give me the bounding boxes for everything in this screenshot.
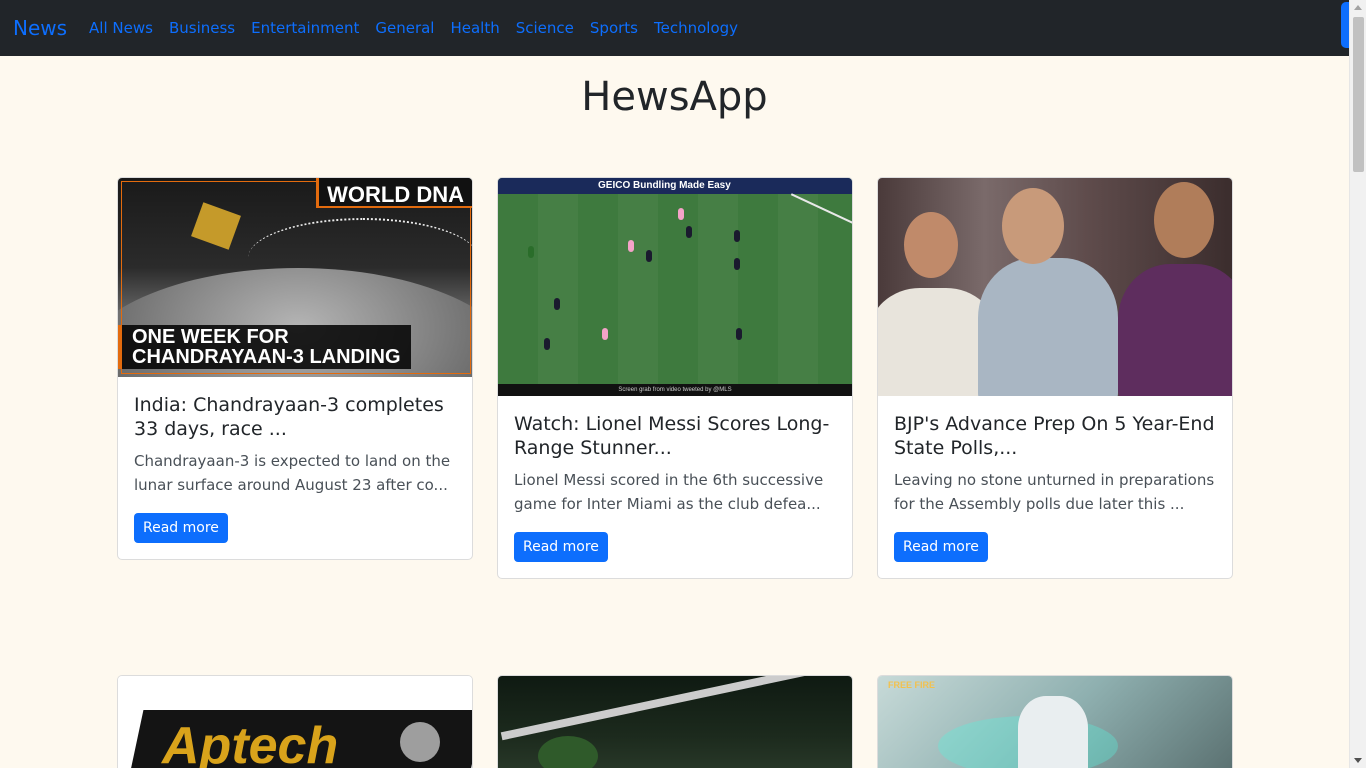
image-credit: Screen grab from video tweeted by @MLS: [498, 384, 852, 396]
scroll-up-arrow-icon[interactable]: [1354, 5, 1362, 10]
player-graphic: [646, 250, 652, 262]
card-title: Watch: Lionel Messi Scores Long-Range St…: [514, 413, 830, 459]
image-tag: WORLD DNA: [316, 178, 472, 208]
player-graphic: [686, 226, 692, 238]
card-image: [498, 676, 852, 768]
player-graphic: [736, 328, 742, 340]
person-head-graphic: [1002, 188, 1064, 264]
crane-beam-graphic: [500, 676, 826, 741]
player-graphic: [602, 328, 608, 340]
read-more-button[interactable]: Read more: [514, 532, 608, 562]
news-card: FREE FIRE: [877, 675, 1233, 768]
read-more-button[interactable]: Read more: [134, 513, 228, 543]
nav-link-general[interactable]: General: [375, 19, 434, 37]
player-graphic: [734, 258, 740, 270]
player-graphic: [528, 246, 534, 258]
nav-link-science[interactable]: Science: [516, 19, 574, 37]
image-caption-line: CHANDRAYAAN-3 LANDING: [132, 346, 401, 368]
card-image: WORLD DNA ONE WEEK FOR CHANDRAYAAN-3 LAN…: [118, 178, 472, 377]
stadium-board-text: GEICO Bundling Made Easy: [598, 180, 731, 191]
nav-link-sports[interactable]: Sports: [590, 19, 638, 37]
player-graphic: [734, 230, 740, 242]
game-logo: FREE FIRE: [888, 680, 936, 690]
scrollbar-thumb[interactable]: [1353, 17, 1364, 172]
character-graphic: [1018, 696, 1088, 768]
news-card: Aptech: [117, 675, 473, 768]
pitch-line: [790, 193, 852, 225]
card-image: FREE FIRE: [878, 676, 1232, 768]
card-image: [878, 178, 1232, 396]
brand-link[interactable]: News: [13, 16, 67, 40]
player-graphic: [678, 208, 684, 220]
player-graphic: [554, 298, 560, 310]
nav-link-technology[interactable]: Technology: [654, 19, 738, 37]
logo-text: Aptech: [162, 717, 339, 768]
news-card: BJP's Advance Prep On 5 Year-End State P…: [877, 177, 1233, 579]
news-card: WORLD DNA ONE WEEK FOR CHANDRAYAAN-3 LAN…: [117, 177, 473, 560]
card-body: India: Chandrayaan-3 completes 33 days, …: [118, 377, 472, 559]
nav-link-business[interactable]: Business: [169, 19, 235, 37]
card-body: BJP's Advance Prep On 5 Year-End State P…: [878, 396, 1232, 578]
image-caption-line: ONE WEEK FOR: [132, 326, 289, 348]
card-image: GEICO Bundling Made Easy Screen grab fro…: [498, 178, 852, 396]
card-description: Chandrayaan-3 is expected to land on the…: [134, 452, 451, 494]
nav-link-health[interactable]: Health: [450, 19, 499, 37]
card-title: BJP's Advance Prep On 5 Year-End State P…: [894, 413, 1215, 459]
tree-graphic: [538, 736, 598, 768]
image-caption: ONE WEEK FOR CHANDRAYAAN-3 LANDING: [118, 325, 411, 369]
card-body: Watch: Lionel Messi Scores Long-Range St…: [498, 396, 852, 578]
nav-link-all-news[interactable]: All News: [89, 19, 153, 37]
player-graphic: [544, 338, 550, 350]
news-card: GEICO Bundling Made Easy Screen grab fro…: [497, 177, 853, 579]
player-graphic: [628, 240, 634, 252]
card-description: Lionel Messi scored in the 6th successiv…: [514, 471, 824, 513]
card-image: Aptech: [118, 676, 472, 768]
card-description: Leaving no stone unturned in preparation…: [894, 471, 1215, 513]
card-title: India: Chandrayaan-3 completes 33 days, …: [134, 394, 444, 440]
top-navbar: News All News Business Entertainment Gen…: [0, 0, 1349, 56]
vertical-scrollbar[interactable]: [1349, 0, 1366, 768]
person-head-graphic: [904, 212, 958, 278]
scroll-down-arrow-icon[interactable]: [1354, 758, 1362, 763]
news-card: [497, 675, 853, 768]
read-more-button[interactable]: Read more: [894, 532, 988, 562]
person-graphic: [978, 258, 1118, 396]
paw-icon: [400, 722, 440, 762]
nav-link-entertainment[interactable]: Entertainment: [251, 19, 359, 37]
person-head-graphic: [1154, 182, 1214, 258]
page-title: HewsApp: [581, 74, 768, 120]
navbar-edge-button[interactable]: [1341, 2, 1349, 48]
person-graphic: [1118, 264, 1232, 396]
